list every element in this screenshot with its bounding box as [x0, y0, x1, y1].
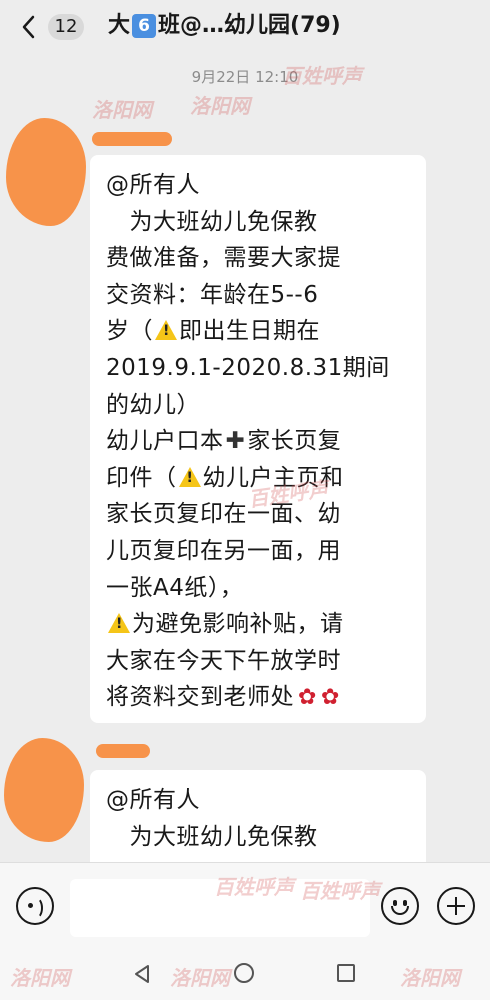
message-text: 2019.9.1-2020.8.31期间 — [106, 354, 390, 381]
sender-avatar-redacted[interactable] — [4, 738, 84, 842]
warning-icon — [108, 613, 130, 634]
top-bar: 12 大 6 班@…幼儿园(79) — [0, 0, 490, 54]
message-text: 幼儿户口本 — [106, 428, 224, 455]
message-text: @所有人 — [106, 172, 200, 198]
message-line: 交资料：年龄在5--6 — [106, 277, 412, 314]
message-line: 印件（ 幼儿户主页和 — [106, 460, 412, 497]
message-line: 费做准备，需要大家提 — [106, 240, 412, 277]
message-timestamp: 9月22日 12:10 — [191, 68, 299, 86]
message-line: 一张A4纸）， — [106, 570, 412, 607]
watermark: 洛阳网 — [10, 966, 70, 990]
message-text: 家长页复印在一面、幼 — [106, 501, 341, 528]
message-line: 大家在今天下午放学时 — [106, 643, 412, 680]
back-button[interactable]: 12 — [18, 12, 88, 42]
message-line: 儿页复印在另一面，用 — [106, 533, 412, 570]
message-text: 交资料：年龄在5--6 — [106, 281, 319, 308]
nav-recent-icon[interactable] — [337, 964, 355, 982]
message-line: 2019.9.1-2020.8.31期间 — [106, 350, 412, 387]
message-text: 儿页复印在另一面，用 — [106, 537, 341, 564]
message-text: 将资料交到老师处 — [106, 684, 294, 711]
message-line: @所有人 — [106, 782, 412, 819]
message-line: 幼儿户口本✚家长页复 — [106, 423, 412, 460]
message-input[interactable] — [70, 879, 370, 937]
plus-icon: ✚ — [225, 428, 246, 455]
message-text: 费做准备，需要大家提 — [106, 245, 341, 272]
emoji-icon[interactable] — [381, 887, 419, 925]
message-text: 家长页复 — [247, 428, 342, 455]
message-line: 为大班幼儿免保教 — [106, 204, 412, 241]
input-bar: 百姓呼声 百姓呼声 — [0, 862, 490, 951]
message-line: 岁（ 即出生日期在 — [106, 313, 412, 350]
message-line: 将资料交到老师处 ✿ ✿ — [106, 679, 412, 717]
watermark: 洛阳网 — [190, 94, 250, 118]
message-text: 一张A4纸）， — [106, 574, 244, 601]
message-text: 印件（ — [106, 464, 177, 491]
rose-icon: ✿ — [298, 685, 317, 711]
sender-avatar-redacted[interactable] — [6, 118, 86, 226]
chat-title-suffix: 班@…幼儿园(79) — [158, 13, 341, 38]
chat-title[interactable]: 大 6 班@…幼儿园(79) — [108, 10, 341, 42]
sender-name-redacted — [96, 744, 150, 758]
message-text: 即出生日期在 — [179, 318, 320, 345]
message-text: @所有人 — [106, 787, 200, 813]
message-text: 大家在今天下午放学时 — [106, 647, 341, 674]
message-line: @所有人 — [106, 167, 412, 204]
keycap-digit-icon: 6 — [132, 14, 157, 38]
rose-icon: ✿ — [320, 685, 340, 711]
message-text: 岁（ — [106, 318, 153, 345]
nav-home-icon[interactable] — [234, 963, 254, 983]
message-line: 为避免影响补贴，请 — [106, 606, 412, 643]
warning-icon — [178, 466, 201, 487]
unread-count-badge: 12 — [48, 14, 84, 40]
chevron-left-icon — [22, 15, 35, 39]
warning-icon — [155, 320, 177, 341]
voice-icon[interactable] — [16, 887, 54, 925]
watermark: 洛阳网 — [400, 966, 460, 990]
message-line: 为大班幼儿免保教 — [106, 819, 412, 856]
message-text: 为大班幼儿免保教 — [106, 823, 318, 850]
message-text: 为大班幼儿免保教 — [106, 208, 318, 235]
chat-screen: 12 大 6 班@…幼儿园(79) 9月22日 12:10 洛阳网 百姓呼声 洛阳网… — [0, 0, 490, 1000]
nav-back-icon[interactable] — [132, 963, 152, 985]
chat-title-prefix: 大 — [108, 13, 131, 38]
message-line: 家长页复印在一面、幼 — [106, 496, 412, 533]
message-bubble[interactable]: @所有人 为大班幼儿免保教费做准备，需要大家提交资料：年龄在5--6 岁（ 即出生日… — [90, 155, 426, 723]
message-text: 为避免影响补贴，请 — [132, 611, 344, 638]
message-text: 的幼儿） — [106, 391, 200, 418]
plus-circle-icon[interactable] — [437, 887, 475, 925]
watermark: 洛阳网 — [92, 98, 152, 122]
message-text: 幼儿户主页和 — [202, 464, 344, 491]
emoji-mouth — [391, 906, 409, 915]
sender-name-redacted — [92, 132, 172, 146]
message-line: 的幼儿） — [106, 387, 412, 424]
system-nav-bar: 洛阳网 洛阳网 洛阳网 — [0, 950, 490, 1000]
watermark: 洛阳网 — [170, 966, 230, 990]
